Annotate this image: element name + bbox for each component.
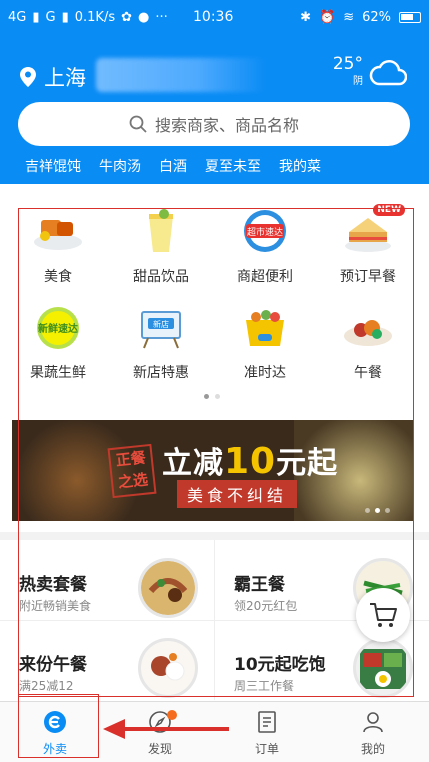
weather-condition: 阴	[353, 76, 363, 87]
category-label: 预订早餐	[340, 269, 396, 285]
banner-dot	[365, 508, 370, 513]
deal-image	[138, 638, 198, 698]
location-selector[interactable]: 上海	[20, 62, 86, 92]
drink-icon	[134, 208, 188, 254]
deal-subtitle: 领20元红包	[234, 599, 298, 613]
category-label: 准时达	[244, 365, 286, 381]
more-notifications: ···	[155, 9, 168, 25]
city-name: 上海	[44, 66, 86, 90]
promo-banner[interactable]: 正餐之选 立减10元起 美食不纠结	[12, 420, 414, 521]
category-page-indicator	[204, 394, 220, 399]
deal-title: 霸王餐	[234, 575, 285, 595]
wifi-icon: ≋	[343, 9, 355, 25]
svg-text:新店: 新店	[153, 319, 169, 329]
banner-page-indicator	[365, 508, 390, 513]
deal-subtitle: 满25减12	[19, 679, 74, 693]
status-bar: 4G ▮ G ▮ 0.1K/s ✿ ● ··· 10:36 ✱ ⏰ ≋ 62%	[0, 0, 429, 34]
category-supermarket[interactable]: 超市速达 商超便利	[220, 208, 310, 286]
category-grid: 美食 甜品饮品 超市速达 商超便利 NEW 预订早餐 新鲜速达 果蔬生鲜 新店 …	[0, 200, 429, 410]
deal-image	[138, 558, 198, 618]
deal-title: 10元起吃饱	[234, 655, 326, 675]
deal-lunch[interactable]: 来份午餐 满25减12	[0, 620, 208, 700]
battery-icon	[399, 11, 421, 23]
page-dot	[215, 394, 220, 399]
category-breakfast[interactable]: NEW 预订早餐	[323, 204, 413, 286]
header: 上海 25° 阴 搜索商家、商品名称 吉祥馄饨 牛肉汤 白酒 夏至未至 我的菜	[0, 34, 429, 184]
category-label: 美食	[44, 269, 72, 285]
search-placeholder: 搜索商家、商品名称	[154, 116, 299, 135]
orders-icon	[258, 711, 276, 733]
category-on-time[interactable]: 准时达	[220, 304, 310, 382]
cart-icon	[370, 603, 397, 627]
deal-title: 来份午餐	[19, 655, 87, 675]
category-label: 商超便利	[237, 269, 293, 285]
annotation-arrow-icon	[103, 719, 229, 739]
new-badge: NEW	[373, 204, 405, 216]
category-label: 新店特惠	[133, 365, 189, 381]
weather-widget[interactable]: 25° 阴	[333, 56, 407, 87]
on-time-icon	[238, 304, 292, 350]
deal-title: 热卖套餐	[19, 575, 87, 595]
temperature: 25°	[332, 54, 363, 74]
deal-image	[353, 638, 413, 698]
profile-icon	[363, 712, 383, 733]
category-lunch[interactable]: 午餐	[323, 304, 413, 382]
hot-word[interactable]: 白酒	[159, 156, 187, 176]
hot-word[interactable]: 夏至未至	[205, 156, 261, 176]
new-store-icon: 新店	[134, 304, 188, 350]
signal-icon-2: ▮	[61, 9, 69, 25]
hot-word[interactable]: 我的菜	[279, 156, 321, 176]
hot-word[interactable]: 牛肉汤	[99, 156, 141, 176]
food-icon	[31, 208, 85, 254]
banner-tagline: 美食不纠结	[177, 480, 298, 508]
category-food[interactable]: 美食	[13, 208, 103, 286]
deal-subtitle: 附近畅销美食	[19, 599, 92, 613]
battery-percent: 62%	[362, 9, 391, 25]
search-icon	[129, 115, 147, 133]
blurred-address	[96, 58, 266, 92]
fresh-icon: 新鲜速达	[31, 304, 85, 350]
hot-word[interactable]: 吉祥馄饨	[25, 156, 81, 176]
cart-button[interactable]	[356, 588, 410, 642]
category-drinks[interactable]: 甜品饮品	[116, 208, 206, 286]
network-indicator: 4G	[8, 9, 27, 25]
banner-dot	[385, 508, 390, 513]
hot-words: 吉祥馄饨 牛肉汤 白酒 夏至未至 我的菜	[25, 156, 321, 176]
category-label: 甜品饮品	[133, 269, 189, 285]
tab-label: 我的	[360, 742, 385, 756]
takeout-icon	[44, 711, 66, 733]
category-label: 果蔬生鲜	[30, 365, 86, 381]
category-new-store[interactable]: 新店 新店特惠	[116, 304, 206, 382]
bluetooth-icon: ✱	[300, 9, 311, 25]
lunch-icon	[341, 304, 395, 350]
tab-label: 外卖	[42, 742, 67, 756]
deal-subtitle: 周三工作餐	[234, 679, 295, 693]
location-pin-icon	[20, 67, 36, 87]
message-icon: ●	[138, 9, 150, 25]
cloud-icon	[369, 59, 407, 85]
category-fresh[interactable]: 新鲜速达 果蔬生鲜	[13, 304, 103, 382]
tab-profile[interactable]: 我的	[338, 710, 408, 757]
banner-dot	[375, 508, 380, 513]
banner-stamp: 正餐之选	[107, 443, 157, 499]
tab-takeout[interactable]: 外卖	[20, 710, 90, 757]
search-bar[interactable]: 搜索商家、商品名称	[18, 102, 410, 146]
svg-text:超市速达: 超市速达	[247, 226, 283, 238]
signal-icon: ▮	[32, 9, 40, 25]
section-divider	[0, 532, 429, 540]
page-dot	[204, 394, 209, 399]
notification-icon: ✿	[121, 9, 133, 25]
tab-label: 发现	[147, 742, 172, 756]
clock: 10:36	[193, 9, 234, 25]
network-indicator-2: G	[45, 9, 56, 25]
tab-label: 订单	[254, 742, 279, 756]
category-label: 午餐	[354, 365, 382, 381]
deal-hot-combo[interactable]: 热卖套餐 附近畅销美食	[0, 540, 208, 620]
svg-text:新鲜速达: 新鲜速达	[38, 322, 78, 335]
alarm-icon: ⏰	[319, 9, 336, 25]
network-speed: 0.1K/s	[74, 9, 116, 25]
banner-headline: 立减10元起	[162, 441, 339, 482]
supermarket-icon: 超市速达	[238, 208, 292, 254]
tab-orders[interactable]: 订单	[232, 710, 302, 757]
